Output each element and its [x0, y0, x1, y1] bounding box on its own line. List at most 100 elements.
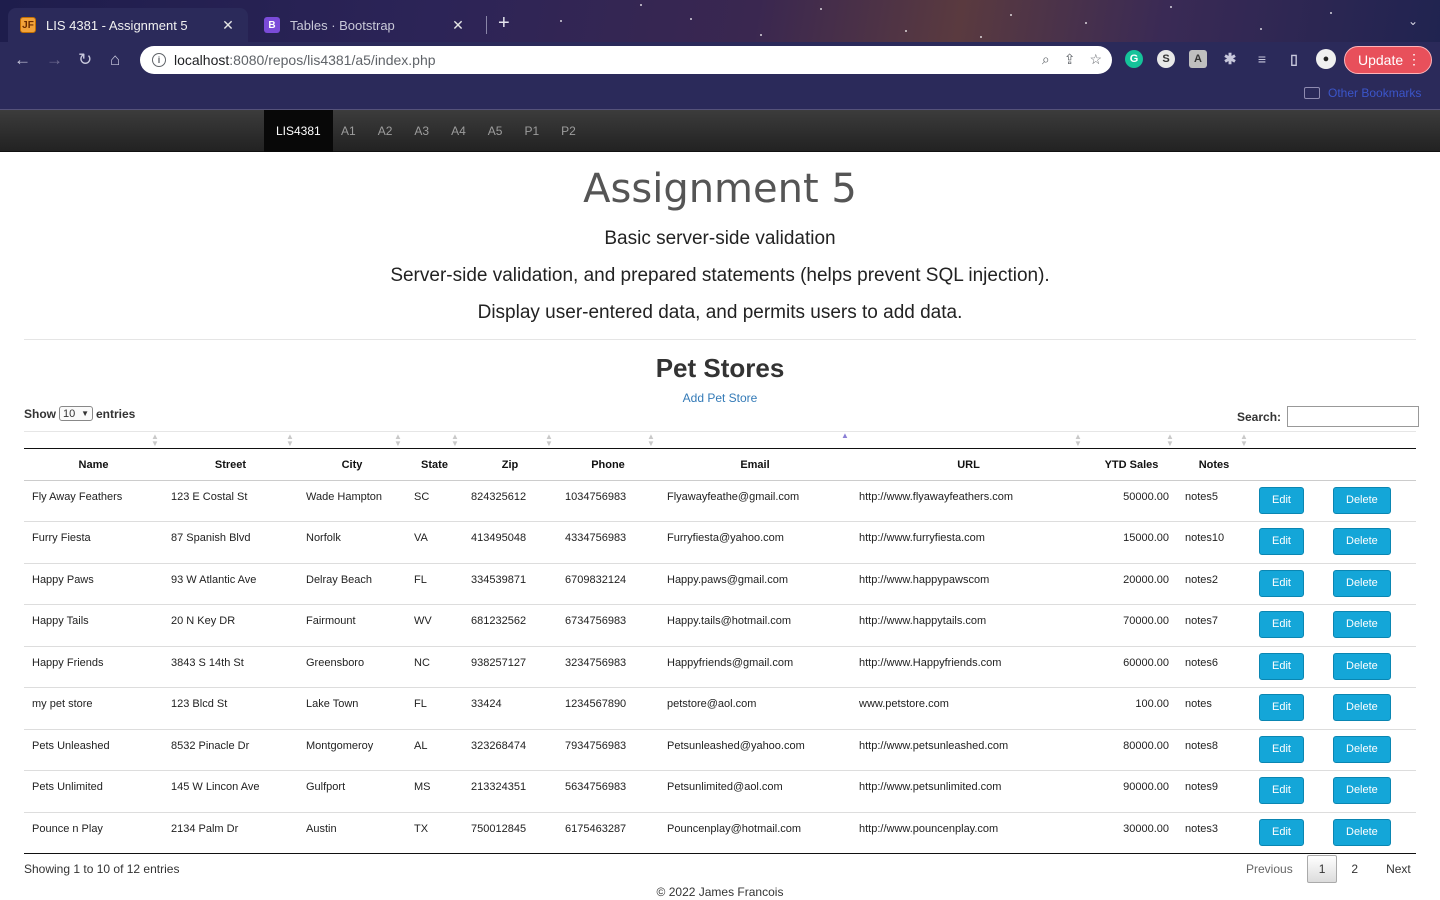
- tab-search-chevron-icon[interactable]: ⌄: [1408, 14, 1418, 28]
- column-header-zip[interactable]: Zip: [463, 450, 557, 481]
- nav-link-a5[interactable]: A5: [477, 110, 514, 152]
- profile-avatar-icon[interactable]: ●: [1316, 49, 1336, 69]
- sort-icon[interactable]: ▲ ▼: [1240, 433, 1248, 448]
- edit-button[interactable]: Edit: [1259, 486, 1304, 514]
- zoom-icon[interactable]: ⌕: [1042, 51, 1050, 68]
- pagination: Previous 1 2 Next: [1232, 855, 1425, 883]
- column-header-city[interactable]: City: [298, 450, 406, 481]
- new-tab-icon[interactable]: +: [498, 12, 510, 35]
- column-header-ytd-sales[interactable]: YTD Sales: [1086, 450, 1177, 481]
- edit-button[interactable]: Edit: [1259, 777, 1304, 804]
- add-pet-store-link[interactable]: Add Pet Store: [0, 391, 1440, 405]
- cell-notes: notes7: [1177, 604, 1251, 646]
- cell-name: Happy Tails: [24, 604, 163, 646]
- cell-phone: 1034756983: [557, 479, 659, 522]
- tab-lis4381-assignment5[interactable]: JF LIS 4381 - Assignment 5 ✕: [8, 8, 248, 42]
- column-header-email[interactable]: Email: [659, 450, 851, 481]
- close-tab-icon[interactable]: ✕: [450, 17, 466, 34]
- edit-button[interactable]: Edit: [1259, 735, 1304, 763]
- edit-button[interactable]: Edit: [1259, 694, 1304, 721]
- reload-icon[interactable]: ↻: [78, 50, 92, 70]
- sort-icon[interactable]: ▲ ▼: [647, 433, 655, 448]
- share-icon[interactable]: ⇪: [1064, 51, 1076, 68]
- cell-zip: 824325612: [463, 479, 557, 522]
- sort-icon[interactable]: ▲ ▼: [151, 433, 159, 448]
- back-icon[interactable]: ←: [14, 50, 31, 70]
- nav-link-a1[interactable]: A1: [330, 110, 367, 152]
- page-1-button[interactable]: 1: [1306, 855, 1338, 883]
- column-header-name[interactable]: Name: [24, 450, 163, 481]
- home-icon[interactable]: ⌂: [110, 50, 120, 70]
- translate-extension-icon[interactable]: A: [1189, 50, 1207, 68]
- sort-icon[interactable]: ▲ ▼: [1166, 433, 1174, 448]
- extensions-puzzle-icon[interactable]: ✱: [1221, 50, 1239, 68]
- delete-button[interactable]: Delete: [1333, 777, 1391, 804]
- grammarly-extension-icon[interactable]: G: [1125, 50, 1143, 68]
- cell-street: 123 Blcd St: [163, 687, 298, 729]
- bookmarks-bar: Other Bookmarks: [0, 78, 1440, 110]
- forward-icon[interactable]: →: [46, 50, 63, 70]
- site-info-icon[interactable]: i: [152, 53, 166, 67]
- delete-button[interactable]: Delete: [1333, 735, 1391, 763]
- column-header-delete: [1325, 450, 1416, 481]
- cell-city: Norfolk: [298, 521, 406, 563]
- nav-link-a4[interactable]: A4: [440, 110, 477, 152]
- page-2-button[interactable]: 2: [1337, 855, 1372, 883]
- column-header-notes[interactable]: Notes: [1177, 450, 1251, 481]
- edit-button[interactable]: Edit: [1259, 652, 1304, 680]
- s-extension-icon[interactable]: S: [1157, 50, 1175, 68]
- add-pet-store-link-text[interactable]: Add Pet Store: [683, 391, 758, 405]
- delete-cell: Delete: [1325, 479, 1416, 522]
- nav-link-p1[interactable]: P1: [513, 110, 550, 152]
- close-tab-icon[interactable]: ✕: [220, 17, 236, 34]
- menu-dots-icon: ⋮: [1407, 51, 1421, 67]
- delete-button[interactable]: Delete: [1333, 694, 1391, 721]
- sort-icon[interactable]: ▲ ▼: [1074, 433, 1082, 448]
- sort-icon[interactable]: ▲ ▼: [286, 433, 294, 448]
- tab-bootstrap-tables[interactable]: B Tables · Bootstrap ✕: [252, 8, 478, 42]
- delete-button[interactable]: Delete: [1333, 611, 1391, 638]
- cell-notes: notes6: [1177, 645, 1251, 688]
- nav-link-a3[interactable]: A3: [403, 110, 440, 152]
- edit-button[interactable]: Edit: [1259, 569, 1304, 597]
- bookmark-star-icon[interactable]: ☆: [1089, 51, 1102, 68]
- sort-icon[interactable]: ▲ ▼: [545, 433, 553, 448]
- column-header-edit: [1251, 450, 1325, 481]
- nav-brand-lis4381[interactable]: LIS4381: [264, 110, 333, 152]
- nav-link-a2[interactable]: A2: [367, 110, 404, 152]
- cell-email: Happyfriends@gmail.com: [659, 645, 851, 688]
- cell-city: Fairmount: [298, 604, 406, 646]
- cell-street: 2134 Palm Dr: [163, 811, 298, 854]
- address-bar[interactable]: i localhost:8080/repos/lis4381/a5/index.…: [140, 46, 1112, 74]
- edit-button[interactable]: Edit: [1259, 528, 1304, 555]
- previous-page-button[interactable]: Previous: [1232, 855, 1307, 883]
- edit-button[interactable]: Edit: [1259, 611, 1304, 638]
- search-input[interactable]: [1287, 406, 1420, 427]
- nav-link-p2[interactable]: P2: [550, 110, 587, 152]
- cell-zip: 334539871: [463, 562, 557, 605]
- entries-length-select[interactable]: 10 ▼: [59, 406, 93, 421]
- cell-city: Greensboro: [298, 645, 406, 688]
- column-header-phone[interactable]: Phone: [557, 450, 659, 481]
- delete-button[interactable]: Delete: [1333, 486, 1391, 514]
- column-header-state[interactable]: State: [406, 450, 463, 481]
- delete-button[interactable]: Delete: [1333, 569, 1391, 597]
- tab-title: Tables · Bootstrap: [290, 17, 395, 33]
- cell-city: Montgomeroy: [298, 728, 406, 771]
- sort-icon[interactable]: ▲ ▼: [451, 433, 459, 448]
- reading-list-icon[interactable]: ≡: [1253, 50, 1271, 68]
- edit-button[interactable]: Edit: [1259, 818, 1304, 846]
- other-bookmarks-folder[interactable]: Other Bookmarks: [1304, 86, 1421, 100]
- side-panel-icon[interactable]: ▯: [1285, 50, 1303, 68]
- column-header-street[interactable]: Street: [163, 450, 298, 481]
- column-header-url[interactable]: URL: [851, 450, 1086, 481]
- next-page-button[interactable]: Next: [1372, 855, 1425, 883]
- delete-button[interactable]: Delete: [1333, 818, 1391, 846]
- update-button[interactable]: Update ⋮: [1344, 46, 1432, 74]
- sort-icon[interactable]: ▲ ▼: [394, 433, 402, 448]
- sort-ascending-icon[interactable]: ▲: [841, 432, 849, 440]
- cell-street: 8532 Pinacle Dr: [163, 728, 298, 771]
- delete-button[interactable]: Delete: [1333, 528, 1391, 555]
- delete-button[interactable]: Delete: [1333, 652, 1391, 680]
- entries-label: entries: [96, 406, 136, 421]
